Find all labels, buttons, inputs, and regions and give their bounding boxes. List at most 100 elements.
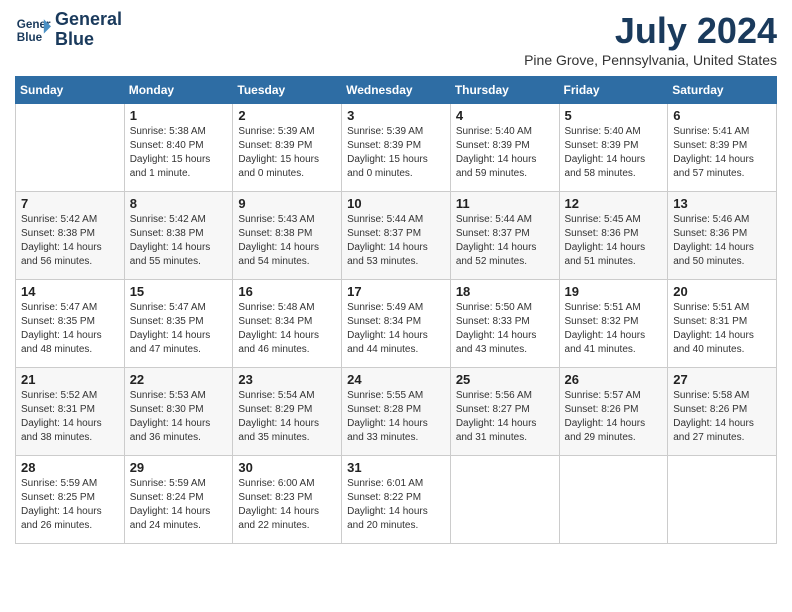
day-number: 7 [21,196,119,211]
day-number: 27 [673,372,771,387]
header-day-monday: Monday [124,77,233,104]
day-info: Sunrise: 5:41 AM Sunset: 8:39 PM Dayligh… [673,125,771,181]
day-info: Sunrise: 5:42 AM Sunset: 8:38 PM Dayligh… [21,213,119,269]
calendar-cell: 6 Sunrise: 5:41 AM Sunset: 8:39 PM Daylig… [668,104,777,192]
calendar-cell: 25 Sunrise: 5:56 AM Sunset: 8:27 PM Dayli… [450,368,559,456]
calendar-cell: 8 Sunrise: 5:42 AM Sunset: 8:38 PM Daylig… [124,192,233,280]
day-info: Sunrise: 5:43 AM Sunset: 8:38 PM Dayligh… [238,213,336,269]
calendar-cell [450,456,559,544]
calendar-cell: 22 Sunrise: 5:53 AM Sunset: 8:30 PM Dayli… [124,368,233,456]
calendar-cell: 30 Sunrise: 6:00 AM Sunset: 8:23 PM Dayli… [233,456,342,544]
calendar-cell: 4 Sunrise: 5:40 AM Sunset: 8:39 PM Daylig… [450,104,559,192]
day-info: Sunrise: 5:48 AM Sunset: 8:34 PM Dayligh… [238,301,336,357]
day-number: 2 [238,108,336,123]
day-number: 21 [21,372,119,387]
calendar-cell: 29Sunrise: 5:59 AM Sunset: 8:24 PM Dayli… [124,456,233,544]
day-number: 4 [456,108,554,123]
day-number: 22 [130,372,228,387]
calendar-cell [16,104,125,192]
day-number: 24 [347,372,445,387]
header-day-wednesday: Wednesday [342,77,451,104]
calendar-cell: 11 Sunrise: 5:44 AM Sunset: 8:37 PM Dayli… [450,192,559,280]
calendar-cell: 23 Sunrise: 5:54 AM Sunset: 8:29 PM Dayli… [233,368,342,456]
day-info: Sunrise: 5:51 AM Sunset: 8:31 PM Dayligh… [673,301,771,357]
calendar-cell: 12Sunrise: 5:45 AM Sunset: 8:36 PM Dayli… [559,192,668,280]
day-info: Sunrise: 5:52 AM Sunset: 8:31 PM Dayligh… [21,389,119,445]
day-info: Sunrise: 5:57 AM Sunset: 8:26 PM Dayligh… [565,389,663,445]
day-number: 17 [347,284,445,299]
location: Pine Grove, Pennsylvania, United States [524,52,777,68]
day-number: 16 [238,284,336,299]
day-info: Sunrise: 5:50 AM Sunset: 8:33 PM Dayligh… [456,301,554,357]
day-info: Sunrise: 5:59 AM Sunset: 8:24 PM Dayligh… [130,477,228,533]
calendar-cell: 26 Sunrise: 5:57 AM Sunset: 8:26 PM Dayli… [559,368,668,456]
day-number: 18 [456,284,554,299]
day-info: Sunrise: 5:40 AM Sunset: 8:39 PM Dayligh… [565,125,663,181]
day-info: Sunrise: 5:47 AM Sunset: 8:35 PM Dayligh… [21,301,119,357]
day-number: 14 [21,284,119,299]
calendar-week-4: 21 Sunrise: 5:52 AM Sunset: 8:31 PM Dayli… [16,368,777,456]
calendar-cell: 21 Sunrise: 5:52 AM Sunset: 8:31 PM Dayli… [16,368,125,456]
calendar-cell: 15 Sunrise: 5:47 AM Sunset: 8:35 PM Dayli… [124,280,233,368]
logo-icon: General Blue [15,12,51,48]
day-number: 10 [347,196,445,211]
day-info: Sunrise: 6:01 AM Sunset: 8:22 PM Dayligh… [347,477,445,533]
day-info: Sunrise: 5:56 AM Sunset: 8:27 PM Dayligh… [456,389,554,445]
calendar-cell: 7 Sunrise: 5:42 AM Sunset: 8:38 PM Daylig… [16,192,125,280]
day-number: 26 [565,372,663,387]
day-info: Sunrise: 5:44 AM Sunset: 8:37 PM Dayligh… [456,213,554,269]
day-number: 28 [21,460,119,475]
day-number: 11 [456,196,554,211]
day-number: 31 [347,460,445,475]
day-number: 19 [565,284,663,299]
calendar-cell: 19Sunrise: 5:51 AM Sunset: 8:32 PM Dayli… [559,280,668,368]
header-day-thursday: Thursday [450,77,559,104]
day-info: Sunrise: 5:54 AM Sunset: 8:29 PM Dayligh… [238,389,336,445]
page-header: General Blue General Blue July 2024 Pine… [15,10,777,68]
day-number: 1 [130,108,228,123]
day-info: Sunrise: 5:49 AM Sunset: 8:34 PM Dayligh… [347,301,445,357]
header-day-friday: Friday [559,77,668,104]
day-info: Sunrise: 5:44 AM Sunset: 8:37 PM Dayligh… [347,213,445,269]
calendar-cell: 10 Sunrise: 5:44 AM Sunset: 8:37 PM Dayli… [342,192,451,280]
day-info: Sunrise: 5:53 AM Sunset: 8:30 PM Dayligh… [130,389,228,445]
calendar-cell: 5 Sunrise: 5:40 AM Sunset: 8:39 PM Daylig… [559,104,668,192]
calendar-cell: 1 Sunrise: 5:38 AM Sunset: 8:40 PM Daylig… [124,104,233,192]
calendar-cell [668,456,777,544]
day-number: 8 [130,196,228,211]
calendar-cell: 16 Sunrise: 5:48 AM Sunset: 8:34 PM Dayli… [233,280,342,368]
calendar-cell: 31 Sunrise: 6:01 AM Sunset: 8:22 PM Dayli… [342,456,451,544]
logo: General Blue General Blue [15,10,122,50]
calendar-body: 1 Sunrise: 5:38 AM Sunset: 8:40 PM Daylig… [16,104,777,544]
day-number: 5 [565,108,663,123]
header-day-sunday: Sunday [16,77,125,104]
day-number: 3 [347,108,445,123]
calendar-cell [559,456,668,544]
day-number: 30 [238,460,336,475]
calendar-cell: 13Sunrise: 5:46 AM Sunset: 8:36 PM Dayli… [668,192,777,280]
day-info: Sunrise: 5:47 AM Sunset: 8:35 PM Dayligh… [130,301,228,357]
day-number: 6 [673,108,771,123]
day-info: Sunrise: 5:42 AM Sunset: 8:38 PM Dayligh… [130,213,228,269]
calendar-cell: 9 Sunrise: 5:43 AM Sunset: 8:38 PM Daylig… [233,192,342,280]
day-number: 23 [238,372,336,387]
calendar-cell: 17 Sunrise: 5:49 AM Sunset: 8:34 PM Dayli… [342,280,451,368]
day-number: 15 [130,284,228,299]
day-number: 9 [238,196,336,211]
day-info: Sunrise: 5:39 AM Sunset: 8:39 PM Dayligh… [238,125,336,181]
day-number: 12 [565,196,663,211]
calendar-week-1: 1 Sunrise: 5:38 AM Sunset: 8:40 PM Daylig… [16,104,777,192]
day-info: Sunrise: 5:40 AM Sunset: 8:39 PM Dayligh… [456,125,554,181]
day-number: 25 [456,372,554,387]
day-number: 13 [673,196,771,211]
calendar-cell: 3Sunrise: 5:39 AM Sunset: 8:39 PM Daylig… [342,104,451,192]
header-day-saturday: Saturday [668,77,777,104]
month-title: July 2024 [524,10,777,52]
calendar-cell: 28Sunrise: 5:59 AM Sunset: 8:25 PM Dayli… [16,456,125,544]
calendar-cell: 24Sunrise: 5:55 AM Sunset: 8:28 PM Dayli… [342,368,451,456]
day-info: Sunrise: 5:38 AM Sunset: 8:40 PM Dayligh… [130,125,228,181]
day-info: Sunrise: 6:00 AM Sunset: 8:23 PM Dayligh… [238,477,336,533]
calendar-header: SundayMondayTuesdayWednesdayThursdayFrid… [16,77,777,104]
calendar-cell: 27Sunrise: 5:58 AM Sunset: 8:26 PM Dayli… [668,368,777,456]
calendar-table: SundayMondayTuesdayWednesdayThursdayFrid… [15,76,777,544]
